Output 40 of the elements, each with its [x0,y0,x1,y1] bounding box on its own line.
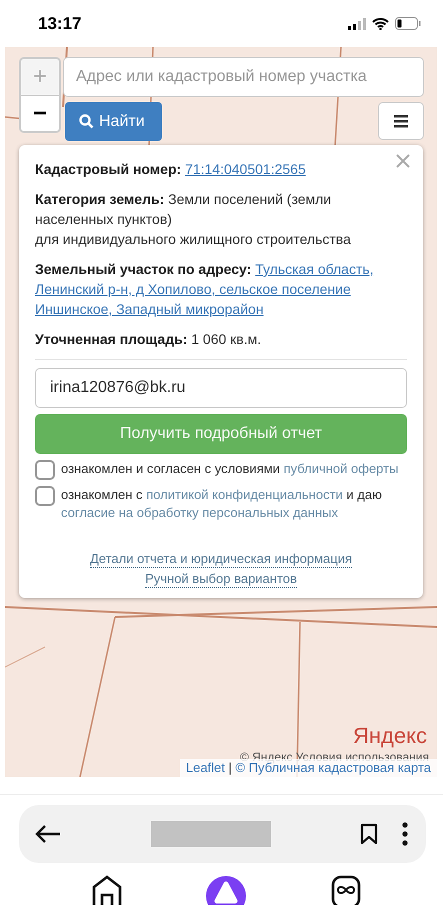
infinity-icon[interactable] [331,875,362,905]
map-attribution: Leaflet | © Публичная кадастровая карта [180,759,437,777]
battery-icon [395,17,421,30]
home-icon[interactable] [92,875,122,905]
back-icon[interactable] [35,824,61,844]
search-icon [79,114,94,129]
signal-icon [348,18,366,30]
consent-text: ознакомлен и согласен с условиями публичной оферты [61,460,398,478]
attribution-link[interactable]: Leaflet [186,760,225,775]
info-field: Категория земель: Земли поселений (земли населенных пунктов) для индивидуального жилищного строительства [35,189,407,249]
footer-link[interactable]: Ручной выбор вариантов [145,570,297,588]
checkbox[interactable] [35,460,55,480]
consent-link[interactable]: согласие на обработку персональных данных [61,505,338,520]
bookmark-icon[interactable] [360,823,378,845]
email-field[interactable]: irina120876@bk.ru [35,368,407,408]
field-link[interactable]: Иншинское, Западный микрорайон [35,301,264,317]
menu-icon [394,114,408,128]
status-time: 13:17 [38,14,82,34]
footer-link[interactable]: Детали отчета и юридическая информация [90,550,352,568]
find-button[interactable]: Найти [65,102,162,141]
zoom-out-button[interactable]: − [21,95,59,131]
checkbox[interactable] [35,486,55,506]
assistant-icon[interactable] [205,875,248,905]
map-logo: Яндекс [353,723,427,749]
url-field[interactable] [150,821,270,847]
wifi-icon [372,18,389,30]
info-field: Уточненная площадь: 1 060 кв.м. [35,329,262,349]
consent-link[interactable]: публичной оферты [284,461,398,476]
consent-link[interactable]: политикой конфиденциальности [146,487,343,502]
info-field: Кадастровый номер: 71:14:040501:2565 [35,159,306,179]
field-link[interactable]: 71:14:040501:2565 [185,161,306,177]
consent-text: ознакомлен с политикой конфиденциальности и даю согласие на обработку персональных данных [61,486,383,522]
search-field[interactable]: Адрес или кадастровый номер участка [63,57,424,97]
field-link[interactable]: Тульская область, [255,261,374,277]
menu-button[interactable] [378,102,424,140]
report-button[interactable]: Получить подробный отчет [35,414,407,454]
more-icon[interactable] [402,822,408,846]
info-field: Земельный участок по адресу: Тульская область, Ленинский р-н, д Хопилово, сельское поселение Иншинское, Западный микрорайон [35,259,374,319]
field-link[interactable]: Ленинский р-н, д Хопилово, сельское поселение [35,281,351,297]
close-icon [396,154,410,168]
